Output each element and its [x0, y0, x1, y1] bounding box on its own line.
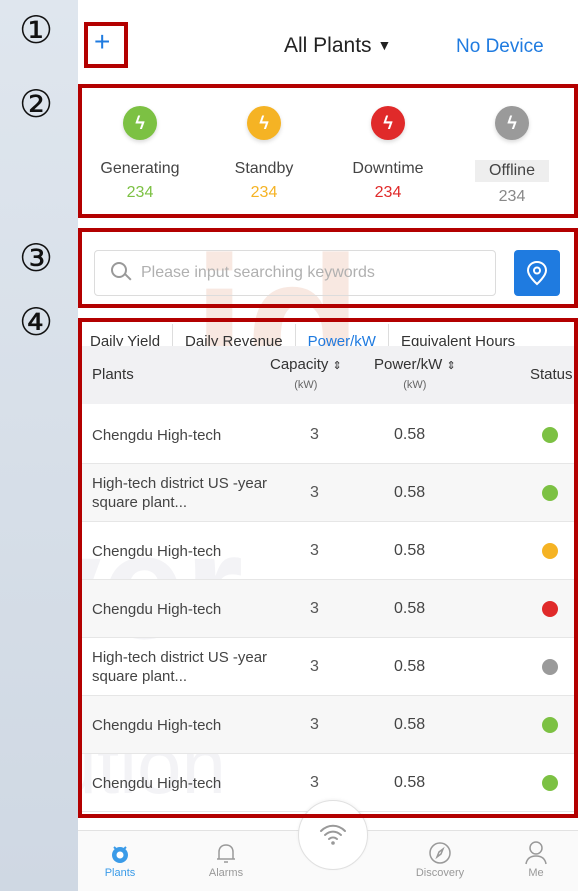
table-row[interactable]: Chengdu High-tech 3 0.58 [78, 406, 578, 464]
status-dot [542, 427, 558, 443]
column-header-plants: Plants [92, 366, 134, 383]
unit-label: (kW) [403, 379, 427, 391]
status-dot [542, 601, 558, 617]
user-icon [496, 831, 576, 865]
nav-alarms[interactable]: Alarms [186, 831, 266, 879]
plant-power: 0.58 [394, 658, 426, 675]
plant-power: 0.58 [394, 484, 426, 501]
plant-selector-dropdown[interactable]: All Plants ▼ [284, 34, 391, 58]
table-row[interactable]: Chengdu High-tech 3 0.58 [78, 696, 578, 754]
plant-name: Chengdu High-tech [92, 774, 222, 792]
plant-power: 0.58 [394, 716, 426, 733]
column-header-power[interactable]: Power/kW ⇕ (kW) [374, 356, 456, 391]
status-dot [542, 659, 558, 675]
plant-capacity: 3 [310, 716, 319, 733]
plant-selector-label: All Plants [284, 34, 372, 57]
wifi-icon [320, 824, 346, 845]
table-row[interactable]: Chengdu High-tech 3 0.58 [78, 522, 578, 580]
plant-power: 0.58 [394, 600, 426, 617]
compass-icon [400, 831, 480, 865]
annotation-marker-3: ③ [18, 236, 54, 280]
lightning-icon: ϟ [247, 106, 281, 140]
status-offline[interactable]: ϟ Offline 234 [450, 92, 574, 212]
plant-capacity: 3 [310, 426, 319, 443]
column-header-status: Status [530, 366, 573, 383]
plant-name: Chengdu High-tech [92, 600, 222, 618]
nav-label: Plants [104, 867, 136, 879]
plant-capacity: 3 [310, 484, 319, 501]
plant-name: High-tech district US -year square plant… [92, 475, 268, 511]
nav-discovery[interactable]: Discovery [400, 831, 480, 879]
status-label: Offline [475, 160, 549, 182]
annotation-marker-4: ④ [18, 300, 54, 344]
lightning-icon: ϟ [371, 106, 405, 140]
plant-power: 0.58 [394, 426, 426, 443]
unit-label: (kW) [294, 379, 318, 391]
column-header-label: Power/kW [374, 356, 443, 373]
top-header: + All Plants ▼ No Device [78, 0, 578, 82]
annotation-marker-1: ① [18, 8, 54, 52]
lightning-icon: ϟ [495, 106, 529, 140]
plant-name: High-tech district US -year square plant… [92, 649, 268, 685]
plant-power: 0.58 [394, 542, 426, 559]
status-generating[interactable]: ϟ Generating 234 [78, 92, 202, 212]
search-icon [111, 262, 133, 284]
nav-me[interactable]: Me [496, 831, 576, 879]
status-summary: ϟ Generating 234 ϟ Standby 234 ϟ Downtim… [78, 92, 578, 212]
status-dot [542, 485, 558, 501]
status-count: 234 [126, 184, 154, 201]
device-status-link[interactable]: No Device [456, 36, 544, 58]
plant-capacity: 3 [310, 658, 319, 675]
status-dot [542, 775, 558, 791]
status-standby[interactable]: ϟ Standby 234 [202, 92, 326, 212]
status-dot [542, 717, 558, 733]
plant-capacity: 3 [310, 600, 319, 617]
wifi-config-button[interactable] [298, 800, 368, 870]
search-input[interactable] [141, 264, 481, 282]
table-row[interactable]: High-tech district US -year square plant… [78, 464, 578, 522]
table-row[interactable]: High-tech district US -year square plant… [78, 638, 578, 696]
nav-label: Discovery [415, 867, 465, 879]
locate-button[interactable] [514, 250, 560, 296]
status-label: Downtime [352, 160, 424, 177]
plant-name: Chengdu High-tech [92, 426, 222, 444]
status-label-wrap: Offline [450, 160, 574, 182]
location-pin-icon [526, 260, 548, 286]
table-header: Plants Capacity ⇕ (kW) Power/kW ⇕ (kW) S… [78, 346, 578, 404]
plant-name: Chengdu High-tech [92, 542, 222, 560]
status-dot [542, 543, 558, 559]
plant-table-body: Chengdu High-tech 3 0.58 High-tech distr… [78, 406, 578, 812]
sort-icon: ⇕ [332, 360, 342, 372]
sort-icon: ⇕ [446, 360, 456, 372]
plant-power: 0.58 [394, 774, 426, 791]
column-header-capacity[interactable]: Capacity ⇕ (kW) [270, 356, 342, 391]
column-header-label: Capacity [270, 356, 329, 373]
nav-label: Alarms [208, 867, 244, 879]
annotation-gutter: ① ② ③ ④ [0, 0, 78, 891]
search-box [94, 250, 496, 296]
nav-plants[interactable]: Plants [80, 831, 160, 879]
bell-icon [186, 831, 266, 865]
plants-icon [80, 831, 160, 865]
status-label: Generating [100, 160, 180, 177]
status-count: 234 [374, 184, 402, 201]
plant-name: Chengdu High-tech [92, 716, 222, 734]
plant-capacity: 3 [310, 542, 319, 559]
annotation-marker-2: ② [18, 82, 54, 126]
status-count: 234 [250, 184, 278, 201]
nav-label: Me [528, 867, 544, 879]
status-label: Standby [234, 160, 294, 177]
status-count: 234 [498, 188, 526, 205]
lightning-icon: ϟ [123, 106, 157, 140]
table-row[interactable]: Chengdu High-tech 3 0.58 [78, 580, 578, 638]
status-downtime[interactable]: ϟ Downtime 234 [326, 92, 450, 212]
app-screen: id ver bution + All Plants▼ No Device ϟ … [78, 0, 578, 891]
add-plant-button[interactable]: + [94, 28, 110, 56]
caret-down-icon: ▼ [377, 37, 392, 53]
